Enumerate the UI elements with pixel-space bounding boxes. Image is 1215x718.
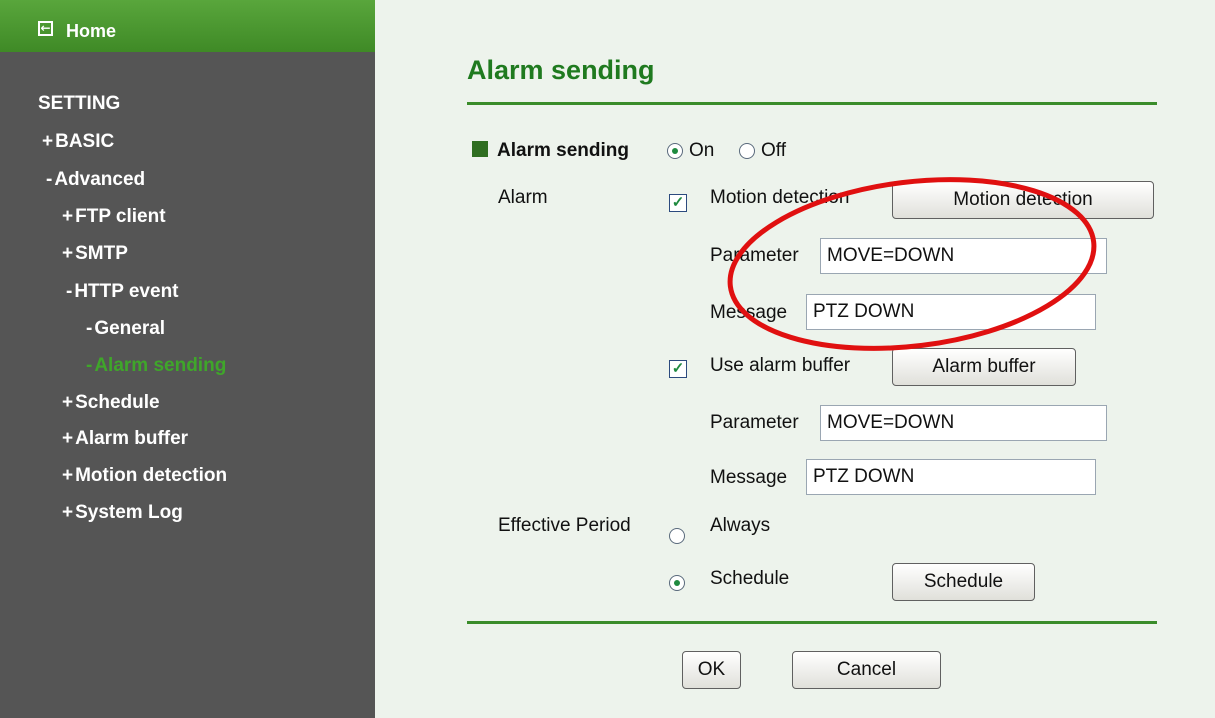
period-schedule-radio[interactable] bbox=[669, 575, 685, 591]
motion-message-input[interactable]: PTZ DOWN bbox=[806, 294, 1096, 330]
motion-detection-checkbox[interactable]: ✓ bbox=[669, 194, 687, 212]
motion-parameter-input[interactable]: MOVE=DOWN bbox=[820, 238, 1107, 274]
sidebar-item-general[interactable]: - General bbox=[86, 318, 165, 340]
period-schedule-label: Schedule bbox=[710, 568, 790, 589]
alarm-sending-label: Alarm sending bbox=[497, 140, 629, 161]
sidebar-item-alarm-buffer[interactable]: + Alarm buffer bbox=[62, 428, 188, 450]
buffer-parameter-label: Parameter bbox=[710, 412, 799, 433]
alarm-buffer-button[interactable]: Alarm buffer bbox=[892, 348, 1076, 386]
motion-detection-button[interactable]: Motion detection bbox=[892, 181, 1154, 219]
section-bullet-icon bbox=[472, 141, 488, 157]
motion-detection-label: Motion detection bbox=[710, 187, 850, 208]
buffer-message-input[interactable]: PTZ DOWN bbox=[806, 459, 1096, 495]
sidebar-item-http-event[interactable]: - HTTP event bbox=[66, 281, 179, 303]
sidebar-section-setting: SETTING bbox=[38, 93, 121, 114]
cancel-button[interactable]: Cancel bbox=[792, 651, 941, 689]
alarm-buffer-checkbox[interactable]: ✓ bbox=[669, 360, 687, 378]
alarm-sending-off-label: Off bbox=[761, 140, 786, 161]
period-always-label: Always bbox=[710, 515, 771, 536]
footer-divider bbox=[467, 621, 1157, 624]
effective-period-label: Effective Period bbox=[498, 515, 631, 536]
sidebar: ← Home SETTING + BASIC - Advanced + FTP cli… bbox=[0, 0, 375, 718]
page-title: Alarm sending bbox=[467, 55, 655, 85]
back-arrow-icon[interactable]: ← bbox=[38, 21, 53, 36]
ok-button[interactable]: OK bbox=[682, 651, 741, 689]
schedule-button[interactable]: Schedule bbox=[892, 563, 1035, 601]
alarm-sending-on-radio[interactable] bbox=[667, 143, 683, 159]
title-divider bbox=[467, 102, 1157, 105]
alarm-sending-on-label: On bbox=[689, 140, 715, 161]
sidebar-item-schedule[interactable]: + Schedule bbox=[62, 392, 160, 414]
sidebar-item-alarm-sending[interactable]: - Alarm sending bbox=[86, 355, 226, 377]
main-content: Alarm sending Alarm sending On Off Alarm… bbox=[375, 0, 1215, 718]
alarm-sending-off-radio[interactable] bbox=[739, 143, 755, 159]
sidebar-item-advanced[interactable]: - Advanced bbox=[46, 169, 145, 191]
sidebar-item-motion-detection[interactable]: + Motion detection bbox=[62, 465, 227, 487]
alarm-label: Alarm bbox=[498, 187, 548, 208]
home-link[interactable]: Home bbox=[66, 21, 116, 42]
motion-message-label: Message bbox=[710, 302, 788, 323]
sidebar-item-ftp-client[interactable]: + FTP client bbox=[62, 206, 166, 228]
sidebar-item-basic[interactable]: + BASIC bbox=[42, 131, 114, 153]
period-always-radio[interactable] bbox=[669, 528, 685, 544]
buffer-message-label: Message bbox=[710, 467, 788, 488]
home-bar[interactable]: ← Home bbox=[0, 0, 375, 52]
alarm-buffer-label: Use alarm buffer bbox=[710, 355, 851, 376]
sidebar-item-smtp[interactable]: + SMTP bbox=[62, 243, 128, 265]
sidebar-item-system-log[interactable]: + System Log bbox=[62, 502, 183, 524]
motion-parameter-label: Parameter bbox=[710, 245, 799, 266]
buffer-parameter-input[interactable]: MOVE=DOWN bbox=[820, 405, 1107, 441]
